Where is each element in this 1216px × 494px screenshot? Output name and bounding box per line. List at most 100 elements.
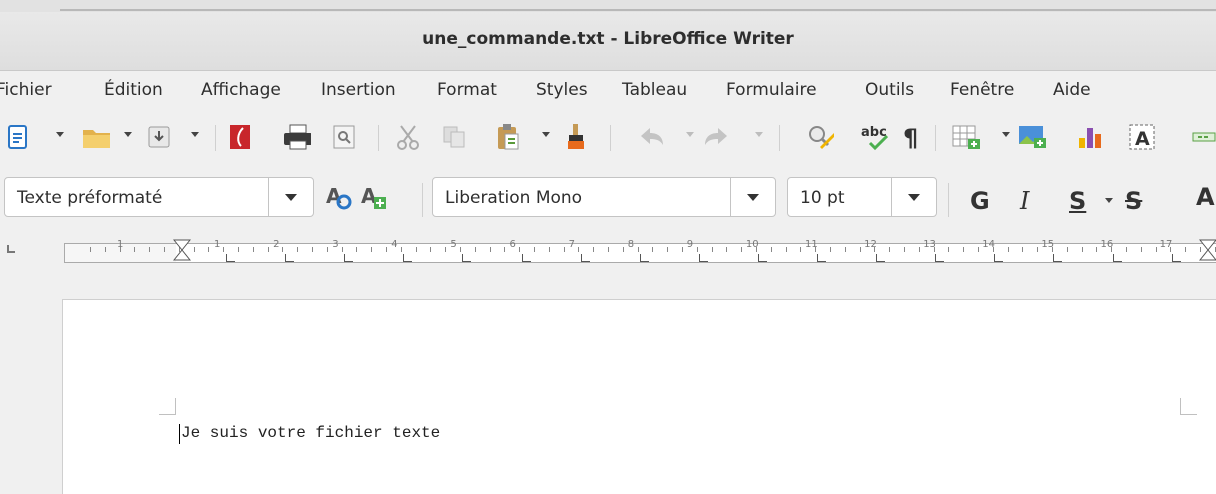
font-name-value: Liberation Mono (445, 188, 583, 208)
default-tab-stop (994, 254, 1003, 262)
ruler-tick (697, 247, 698, 252)
chevron-down-icon[interactable] (268, 178, 313, 216)
tab-type-selector[interactable] (7, 245, 15, 253)
ruler-tick (1185, 247, 1186, 252)
default-tab-stop (758, 254, 767, 262)
ruler-tick (608, 247, 609, 252)
bold-button[interactable]: G (970, 187, 990, 215)
find-replace-icon[interactable] (806, 123, 834, 151)
italic-button[interactable]: I (1020, 187, 1029, 215)
ruler-number: 7 (568, 239, 575, 250)
ruler-tick (1096, 247, 1097, 252)
insert-chart-icon[interactable] (1076, 123, 1104, 151)
formatting-marks-icon[interactable]: ¶ (898, 123, 926, 151)
print-preview-icon[interactable] (330, 123, 358, 151)
svg-text:abc: abc (861, 125, 887, 140)
spellcheck-icon[interactable]: abc (860, 123, 888, 151)
underline-dropdown-arrow[interactable] (1105, 198, 1113, 203)
cut-icon[interactable] (394, 123, 422, 151)
menu-styles[interactable]: Styles (536, 80, 588, 100)
undo-icon[interactable] (638, 123, 666, 151)
export-pdf-icon[interactable] (226, 123, 254, 151)
horizontal-ruler: 1 1 2 3 4 5 6 7 8 9 10 11 12 13 14 15 16 17 (0, 237, 1216, 271)
ruler-tick (593, 247, 594, 252)
ruler-tick (830, 247, 831, 252)
menu-outils[interactable]: Outils (865, 80, 914, 100)
menu-format[interactable]: Format (437, 80, 497, 100)
paragraph-style-combo[interactable]: Texte préformaté (4, 177, 314, 217)
underline-button[interactable]: S (1069, 187, 1086, 215)
menu-formulaire[interactable]: Formulaire (726, 80, 817, 100)
menu-tableau[interactable]: Tableau (622, 80, 687, 100)
new-dropdown-arrow[interactable] (56, 132, 64, 137)
svg-text:A: A (1196, 183, 1215, 211)
copy-icon[interactable] (440, 123, 468, 151)
ruler-tick (786, 247, 787, 252)
new-style-icon[interactable]: A (360, 183, 388, 211)
insert-textbox-icon[interactable]: A (1128, 123, 1156, 151)
font-name-combo[interactable]: Liberation Mono (432, 177, 776, 217)
default-tab-stop (1113, 254, 1122, 262)
ruler-tick (445, 247, 446, 252)
font-size-combo[interactable]: 10 pt (787, 177, 937, 217)
font-color-icon[interactable]: A (1192, 183, 1216, 211)
chevron-down-icon[interactable] (730, 178, 775, 216)
paste-dropdown-arrow[interactable] (542, 132, 550, 137)
ruler-tick (194, 247, 195, 252)
new-document-icon[interactable] (4, 123, 32, 151)
ruler-tick (342, 247, 343, 252)
ruler-tick (534, 247, 535, 252)
menu-fenetre[interactable]: Fenêtre (950, 80, 1014, 100)
save-icon[interactable] (145, 123, 173, 151)
chevron-down-icon[interactable] (891, 178, 936, 216)
ruler-number: 1 (214, 239, 221, 250)
ruler-tick (238, 247, 239, 252)
default-tab-stop (699, 254, 708, 262)
clone-formatting-icon[interactable] (562, 123, 590, 151)
ruler-tick (1126, 247, 1127, 252)
menu-fichier[interactable]: Fichier (0, 80, 52, 100)
redo-dropdown-arrow[interactable] (755, 132, 763, 137)
menu-edition[interactable]: Édition (104, 80, 163, 100)
menu-aide[interactable]: Aide (1053, 80, 1091, 100)
ruler-tick (741, 247, 742, 252)
open-folder-icon[interactable] (82, 123, 110, 151)
ruler-tick (386, 247, 387, 252)
save-dropdown-arrow[interactable] (191, 132, 199, 137)
ruler-tick (845, 247, 846, 252)
ruler-tick (815, 247, 816, 252)
redo-icon[interactable] (702, 123, 730, 151)
ruler-tick (934, 247, 935, 252)
paste-icon[interactable] (494, 123, 522, 151)
menu-insertion[interactable]: Insertion (321, 80, 396, 100)
ruler-tick (1156, 247, 1157, 252)
print-icon[interactable] (283, 123, 311, 151)
ruler-tick (312, 247, 313, 252)
ruler-tick (1067, 247, 1068, 252)
ruler-tick (667, 247, 668, 252)
undo-dropdown-arrow[interactable] (686, 132, 694, 137)
ruler-tick (549, 247, 550, 252)
ruler-tick (1170, 247, 1171, 252)
update-style-icon[interactable]: A (325, 183, 353, 211)
font-size-value: 10 pt (800, 188, 845, 208)
ruler-tick (623, 247, 624, 252)
ruler-tick (756, 247, 757, 252)
open-dropdown-arrow[interactable] (124, 132, 132, 137)
ruler-tick (919, 247, 920, 252)
default-tab-stop (640, 254, 649, 262)
ruler-number: 2 (273, 239, 280, 250)
default-tab-stop (522, 254, 531, 262)
document-text[interactable]: Je suis votre fichier texte (181, 424, 440, 442)
insert-image-icon[interactable] (1018, 123, 1046, 151)
document-page[interactable]: Je suis votre fichier texte (62, 299, 1216, 494)
insert-field-icon[interactable] (1190, 123, 1216, 151)
menu-affichage[interactable]: Affichage (201, 80, 281, 100)
ruler-tick (978, 247, 979, 252)
ruler-tick (282, 247, 283, 252)
insert-table-icon[interactable] (952, 123, 980, 151)
table-dropdown-arrow[interactable] (1002, 132, 1010, 137)
ruler-tick (652, 247, 653, 252)
strikethrough-button[interactable]: S (1125, 187, 1142, 215)
ruler-tick (1022, 247, 1023, 252)
